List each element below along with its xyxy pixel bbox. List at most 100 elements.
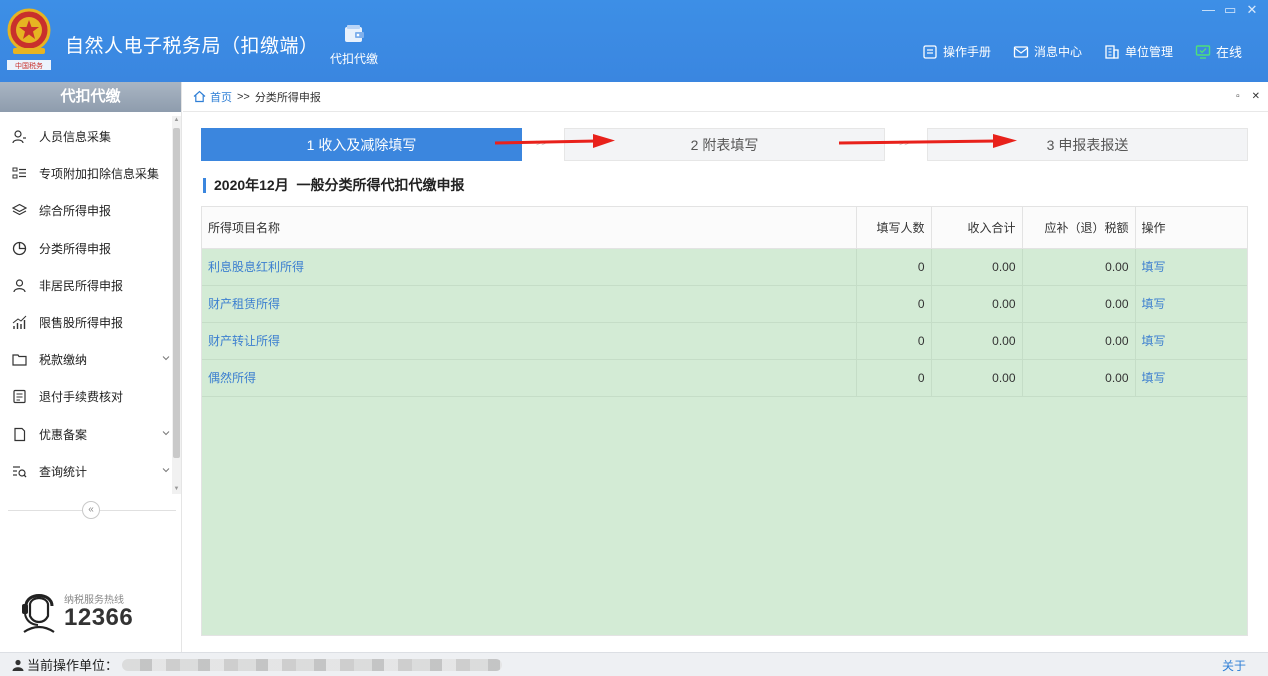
sidebar-item-tax-payment[interactable]: 税款缴纳 [0,341,172,378]
step-income-deduction[interactable]: 1 收入及减除填写 [201,128,522,161]
chevron-down-icon [162,430,170,435]
message-center-label: 消息中心 [1033,45,1082,59]
sidebar-collapse-button[interactable]: « [82,501,100,519]
svg-text:中国税务: 中国税务 [15,61,43,70]
online-status-label: 在线 [1215,45,1242,60]
sidebar-item-restricted-stock-income[interactable]: 限售股所得申报 [0,304,172,341]
sidebar-item-label: 专项附加扣除信息采集 [39,167,160,182]
item-name-link[interactable]: 财产租赁所得 [208,297,280,311]
fill-button[interactable]: 填写 [1142,334,1166,348]
sidebar-item-label: 税款缴纳 [39,353,88,368]
header-count: 填写人数 [856,207,932,249]
online-status[interactable]: 在线 [1195,42,1242,61]
step-wizard: 1 收入及减除填写 >> 2 附表填写 >> 3 申报表报送 [201,128,1248,161]
cell-income: 0.00 [931,322,1023,360]
scrollbar-thumb[interactable] [173,128,180,458]
building-icon [1105,44,1119,59]
list-icon [12,167,26,179]
status-bar: 当前操作单位： 关于 [0,652,1268,676]
breadcrumb-separator: >> [237,90,250,103]
sidebar-item-label: 优惠备案 [39,427,88,442]
cell-count: 0 [856,322,932,360]
sidebar-item-comprehensive-income[interactable]: 综合所得申报 [0,192,172,229]
minimize-button[interactable]: — [1202,2,1215,18]
section-title-text: 2020年12月 一般分类所得代扣代缴申报 [214,177,465,193]
manual-icon [923,44,937,59]
folder-icon [12,354,27,366]
header-item-name: 所得项目名称 [202,207,857,249]
unit-management-label: 单位管理 [1124,45,1173,59]
sidebar-item-label: 综合所得申报 [39,204,112,219]
current-unit-value-redacted [122,658,503,671]
manual-link[interactable]: 操作手册 [922,43,991,60]
item-name-link[interactable]: 财产转让所得 [208,334,280,348]
title-bar: 中国税务 自然人电子税务局（扣缴端） 代扣代缴 — ▭ ✕ 操作手册 消息中心 … [0,0,1268,82]
header-operation: 操作 [1135,207,1247,249]
cell-count: 0 [856,359,932,397]
monitor-online-icon [1195,44,1211,59]
sidebar-item-label: 查询统计 [39,464,88,479]
fill-button[interactable]: 填写 [1142,297,1166,311]
scroll-down-arrow-icon[interactable]: ▼ [173,486,180,493]
close-button[interactable]: ✕ [1246,2,1258,18]
hotline-number: 12366 [64,604,134,631]
fill-button[interactable]: 填写 [1142,260,1166,274]
layers-icon [12,204,27,216]
item-name-link[interactable]: 利息股息红利所得 [208,260,304,274]
current-unit-label: 当前操作单位： [27,658,119,673]
unit-management-link[interactable]: 单位管理 [1104,43,1173,60]
sidebar-item-preferential-filing[interactable]: 优惠备案 [0,416,172,453]
header-tax-due: 应补（退）税额 [1022,207,1136,249]
sidebar-item-query-statistics[interactable]: 查询统计 [0,453,172,490]
maximize-button[interactable]: ▭ [1224,2,1236,18]
tax-emblem-icon: 中国税务 [7,8,51,70]
sidebar: 代扣代缴 人员信息采集 专项附加扣除信息采集 综合所得申报 分类所得申报 非居民… [0,82,182,652]
chevron-down-icon [162,356,170,361]
panel-restore-button[interactable]: ▫ [1236,91,1240,102]
table-row: 利息股息红利所得 0 0.00 0.00 填写 [202,248,1247,286]
table-row: 财产转让所得 0 0.00 0.00 填写 [202,322,1247,360]
breadcrumb-home-link[interactable]: 首页 [210,89,232,105]
user-icon [12,659,24,671]
table-row: 财产租赁所得 0 0.00 0.00 填写 [202,285,1247,323]
home-icon [193,90,206,103]
cell-income: 0.00 [931,285,1023,323]
about-link[interactable]: 关于 [1222,657,1246,674]
sidebar-item-label: 分类所得申报 [39,241,112,256]
search-list-icon [13,466,27,478]
manual-link-label: 操作手册 [942,45,991,59]
sidebar-item-nonresident-income[interactable]: 非居民所得申报 [0,267,172,304]
sidebar-menu: 人员信息采集 专项附加扣除信息采集 综合所得申报 分类所得申报 非居民所得申报 … [0,118,172,490]
document-icon [13,390,26,404]
sidebar-item-refund-fee-check[interactable]: 退付手续费核对 [0,378,172,415]
red-arrow-annotation-icon [494,134,615,148]
headset-agent-icon [22,594,55,633]
sidebar-item-classified-income[interactable]: 分类所得申报 [0,230,172,267]
cell-tax: 0.00 [1022,285,1136,323]
cell-count: 0 [856,248,932,286]
scroll-up-arrow-icon[interactable]: ▲ [173,117,180,124]
sidebar-header: 代扣代缴 [0,82,181,112]
breadcrumb-current: 分类所得申报 [254,91,321,104]
wallet-icon [345,25,364,42]
bar-chart-icon [12,315,27,330]
module-withholding-button[interactable]: 代扣代缴 [322,24,386,74]
panel-close-button[interactable]: ✕ [1252,91,1260,102]
message-center-link[interactable]: 消息中心 [1013,43,1082,60]
cell-income: 0.00 [931,248,1023,286]
table-header-row: 所得项目名称 填写人数 收入合计 应补（退）税额 操作 [202,207,1247,249]
cell-count: 0 [856,285,932,323]
sidebar-item-special-deduction[interactable]: 专项附加扣除信息采集 [0,155,172,192]
sidebar-item-label: 人员信息采集 [39,130,112,145]
sidebar-item-personnel-info[interactable]: 人员信息采集 [0,118,172,155]
sidebar-scrollbar[interactable]: ▲ ▼ [172,116,181,494]
cell-tax: 0.00 [1022,248,1136,286]
section-title-marker [203,177,206,193]
top-links: 操作手册 消息中心 单位管理 在线 [922,42,1242,61]
item-name-link[interactable]: 偶然所得 [208,371,256,385]
income-items-table: 所得项目名称 填写人数 收入合计 应补（退）税额 操作 利息股息红利所得 0 0… [201,206,1248,636]
fill-button[interactable]: 填写 [1142,371,1166,385]
sidebar-item-label: 退付手续费核对 [39,390,124,405]
chevron-down-icon [162,467,170,472]
breadcrumb: 首页 >> 分类所得申报 [183,82,1268,112]
